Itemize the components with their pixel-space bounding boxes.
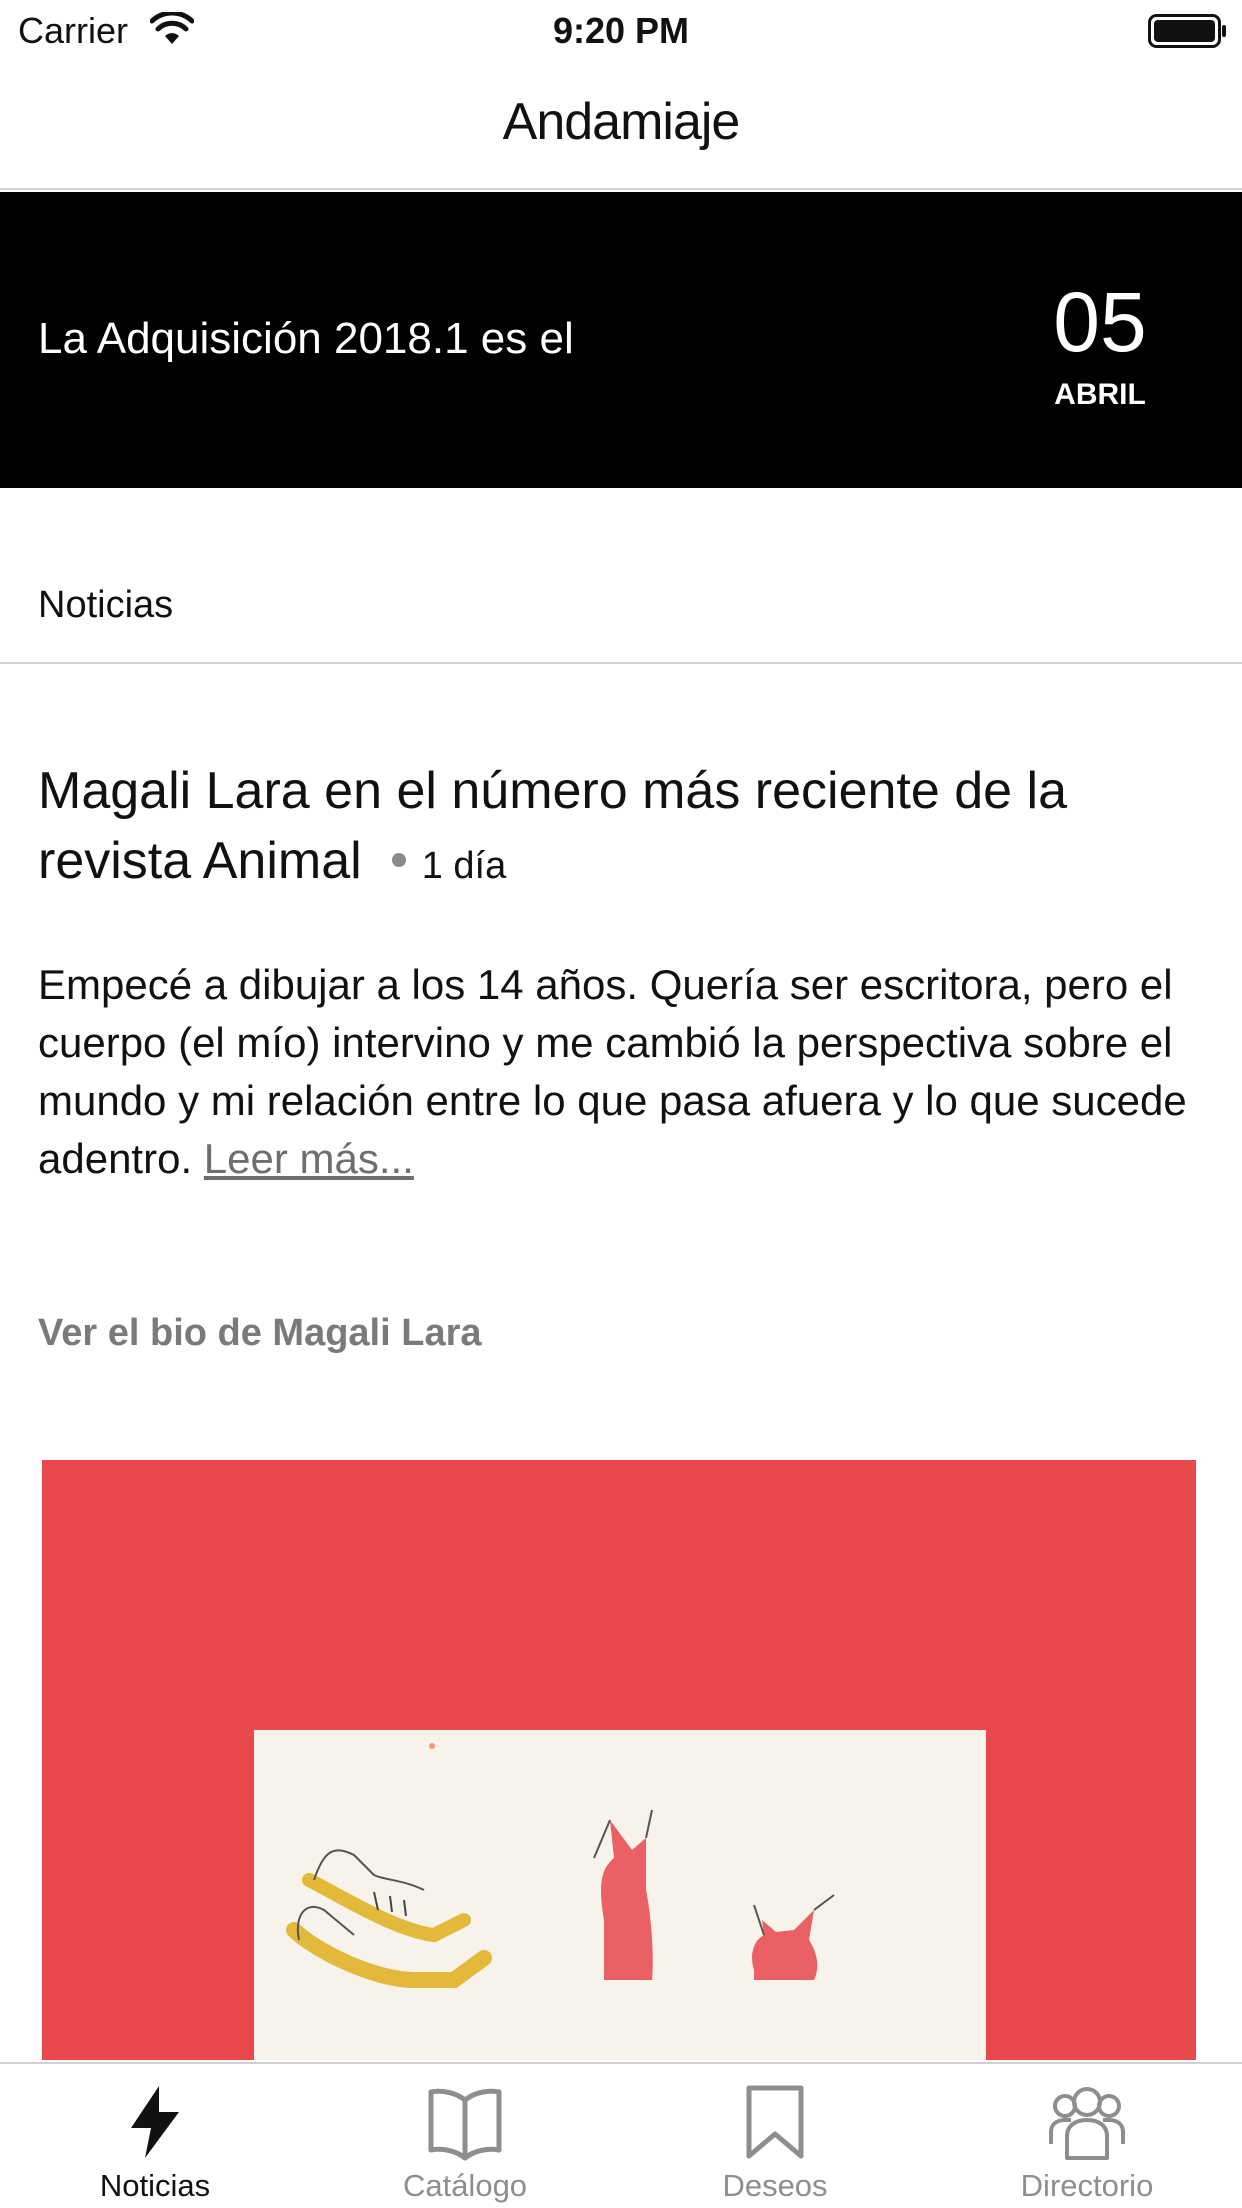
status-bar: Carrier 9:20 PM <box>0 0 1242 62</box>
people-icon <box>1049 2087 1125 2160</box>
article-title[interactable]: Magali Lara en el número más reciente de… <box>38 756 1218 901</box>
section-label: Noticias <box>38 584 174 626</box>
tab-label: Noticias <box>99 2168 211 2203</box>
bookmark-icon <box>746 2085 804 2159</box>
artist-bio-link[interactable]: Ver el bio de Magali Lara <box>38 1312 482 1355</box>
tab-bar: Noticias Catálogo Deseos Directorio <box>0 2062 1242 2208</box>
tab-deseos[interactable]: Deseos <box>620 2064 930 2208</box>
banner-text: La Adquisición 2018.1 es el <box>38 314 574 363</box>
tab-label: Catálogo <box>402 2168 528 2203</box>
announcement-banner[interactable]: La Adquisición 2018.1 es el 05 ABRIL <box>0 192 1242 488</box>
tab-label: Deseos <box>722 2168 828 2203</box>
separator-dot <box>391 853 406 868</box>
artwork-paper <box>254 1730 986 2060</box>
article-excerpt: Empecé a dibujar a los 14 años. Quería s… <box>38 956 1218 1188</box>
book-icon <box>428 2088 502 2161</box>
banner-day: 05 <box>1053 275 1147 369</box>
tab-catalogo[interactable]: Catálogo <box>310 2064 620 2208</box>
tab-noticias[interactable]: Noticias <box>0 2064 310 2208</box>
article-image[interactable] <box>42 1460 1196 2060</box>
app-title: Andamiaje <box>502 93 741 151</box>
section-header: Noticias <box>0 488 1242 664</box>
artwork-drawing <box>286 1743 835 1988</box>
status-time: 9:20 PM <box>552 10 690 51</box>
tab-label: Directorio <box>1020 2168 1154 2203</box>
tab-directorio[interactable]: Directorio <box>932 2064 1242 2208</box>
banner-month: ABRIL <box>1054 378 1146 411</box>
read-more-link[interactable]: Leer más... <box>204 1135 414 1182</box>
article-title-text: Magali Lara en el número más reciente de… <box>38 762 1068 890</box>
lightning-icon <box>131 2086 179 2158</box>
article-age: 1 día <box>421 845 507 887</box>
nav-bar: Andamiaje <box>0 62 1242 190</box>
battery-icon <box>1148 14 1226 48</box>
